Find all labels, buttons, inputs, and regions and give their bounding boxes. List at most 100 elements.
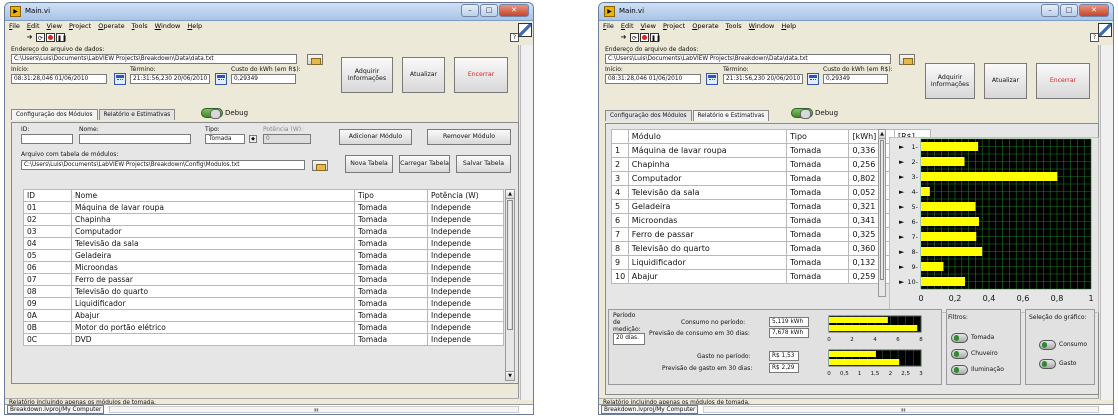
table-cell-id[interactable]: 05 xyxy=(23,249,72,262)
abort-execution-icon[interactable] xyxy=(46,33,55,42)
table-cell-power[interactable]: Independe xyxy=(427,309,504,322)
filter-tomada-toggle[interactable] xyxy=(951,333,968,343)
table-cell-name[interactable]: Abajur xyxy=(71,309,355,322)
close-window-button[interactable]: ✕ xyxy=(499,4,529,17)
table-cell-type[interactable]: Tomada xyxy=(354,309,428,322)
table-cell-id[interactable]: 04 xyxy=(23,237,72,250)
tab-report[interactable]: Relatório e Estimativas xyxy=(692,110,770,121)
abort-execution-icon[interactable] xyxy=(640,33,649,42)
end-timestamp-field[interactable]: 21:31:56,230 20/06/2010 xyxy=(723,74,803,84)
end-timestamp-field[interactable]: 21:31:56,230 20/06/2010 xyxy=(130,74,210,84)
table-cell-name[interactable]: Chapinha xyxy=(71,213,355,226)
end-calendar-icon[interactable] xyxy=(215,73,227,85)
tab-module-config[interactable]: Configuração dos Módulos xyxy=(605,110,692,121)
table-cell-name[interactable]: Microondas xyxy=(71,261,355,274)
menu-tools[interactable]: Tools xyxy=(726,21,742,32)
table-cell-type[interactable]: Tomada xyxy=(354,201,428,214)
table-cell-module[interactable]: Microondas xyxy=(627,213,788,228)
graph-gasto-radio[interactable] xyxy=(1039,359,1056,369)
table-cell-type[interactable]: Tomada xyxy=(786,199,850,214)
table-cell-kwh[interactable]: 0,256 xyxy=(848,157,895,172)
table-cell-module[interactable]: Televisão do quarto xyxy=(627,241,788,256)
kwh-cost-field[interactable]: 0,29349 xyxy=(231,74,296,84)
table-row[interactable]: 0C DVD Tomada Independe xyxy=(23,333,504,346)
start-calendar-icon[interactable] xyxy=(114,73,126,85)
remove-module-button[interactable]: Remover Módulo xyxy=(427,129,511,145)
table-cell-id[interactable]: 02 xyxy=(23,213,72,226)
table-cell-id[interactable]: 03 xyxy=(23,225,72,238)
table-cell-type[interactable]: Tomada xyxy=(354,333,428,346)
menu-file[interactable]: File xyxy=(603,21,614,32)
table-cell-type[interactable]: Tomada xyxy=(786,255,850,270)
table-cell-power[interactable]: Independe xyxy=(427,237,504,250)
debug-toggle[interactable] xyxy=(201,108,223,119)
tab-report[interactable]: Relatório e Estimativas xyxy=(98,109,176,120)
menu-view[interactable]: View xyxy=(47,21,62,32)
table-row[interactable]: 0B Motor do portão elétrico Tomada Independ… xyxy=(23,321,504,334)
start-timestamp-field[interactable]: 08:31:28,046 01/06/2010 xyxy=(11,74,107,84)
minimize-button[interactable]: – xyxy=(461,4,479,17)
minimize-button[interactable]: – xyxy=(1041,4,1059,17)
table-row[interactable]: 01 Máquina de lavar roupa Tomada Independe xyxy=(23,201,504,214)
table-cell-name[interactable]: Geladeira xyxy=(71,249,355,262)
menu-help[interactable]: Help xyxy=(187,21,202,32)
modules-file-path-field[interactable]: C:\Users\Luis\Documents\LabVIEW Projects… xyxy=(21,160,305,170)
table-cell-power[interactable]: Independe xyxy=(427,201,504,214)
data-file-path-field[interactable]: C:\Users\Luis\Documents\LabVIEW Projects… xyxy=(11,54,297,64)
power-input[interactable]: 0 xyxy=(263,134,311,144)
table-cell-kwh[interactable]: 0,336 xyxy=(848,143,895,158)
table-cell-index[interactable]: 3 xyxy=(611,171,629,186)
column-header-module[interactable]: Módulo xyxy=(627,129,788,144)
panel-vertical-scrollbar[interactable] xyxy=(520,45,533,400)
table-cell-id[interactable]: 0A xyxy=(23,309,72,322)
browse-folder-icon[interactable] xyxy=(307,54,323,65)
table-cell-type[interactable]: Tomada xyxy=(786,185,850,200)
menu-project[interactable]: Project xyxy=(663,21,685,32)
table-row[interactable]: 0A Abajur Tomada Independe xyxy=(23,309,504,322)
table-cell-type[interactable]: Tomada xyxy=(786,143,850,158)
table-row[interactable]: 04 Televisão da sala Tomada Independe xyxy=(23,237,504,250)
horizontal-scrollbar[interactable]: ▮▮ xyxy=(109,406,519,413)
update-button[interactable]: Atualizar xyxy=(402,57,445,93)
table-row[interactable]: 02 Chapinha Tomada Independe xyxy=(23,213,504,226)
scroll-up-arrow-icon[interactable]: ▲ xyxy=(879,130,885,139)
column-header-kwh[interactable]: [kWh] xyxy=(848,129,895,144)
pause-icon[interactable]: ❚❚ xyxy=(650,33,661,42)
table-cell-power[interactable]: Independe xyxy=(427,273,504,286)
table-cell-kwh[interactable]: 0,321 xyxy=(848,199,895,214)
table-cell-index[interactable]: 8 xyxy=(611,241,629,256)
save-table-button[interactable]: Salvar Tabela xyxy=(456,155,511,173)
table-cell-index[interactable]: 10 xyxy=(611,269,629,284)
table-cell-id[interactable]: 0C xyxy=(23,333,72,346)
table-cell-power[interactable]: Independe xyxy=(427,321,504,334)
acquire-info-button[interactable]: Adquirir Informações xyxy=(341,57,393,93)
title-bar[interactable]: ▶ Main.vi – □ ✕ xyxy=(5,3,533,21)
table-cell-type[interactable]: Tomada xyxy=(786,227,850,242)
table-cell-name[interactable]: Motor do portão elétrico xyxy=(71,321,355,334)
table-cell-type[interactable]: Tomada xyxy=(354,213,428,226)
tab-module-config[interactable]: Configuração dos Módulos xyxy=(11,109,98,120)
table-cell-module[interactable]: Chapinha xyxy=(627,157,788,172)
end-calendar-icon[interactable] xyxy=(807,73,819,85)
panel-vertical-scrollbar[interactable] xyxy=(1100,45,1113,400)
update-button[interactable]: Atualizar xyxy=(984,63,1027,99)
load-table-button[interactable]: Carregar Tabela xyxy=(399,155,450,173)
scroll-up-arrow-icon[interactable]: ▲ xyxy=(506,190,514,199)
table-cell-id[interactable]: 01 xyxy=(23,201,72,214)
table-cell-module[interactable]: Geladeira xyxy=(627,199,788,214)
table-cell-index[interactable]: 9 xyxy=(611,255,629,270)
run-continuously-icon[interactable]: ⟳ xyxy=(36,33,45,42)
menu-view[interactable]: View xyxy=(641,21,656,32)
table-cell-type[interactable]: Tomada xyxy=(354,237,428,250)
horizontal-scrollbar[interactable]: ▮▮ xyxy=(703,406,1099,413)
table-cell-module[interactable]: Televisão da sala xyxy=(627,185,788,200)
menu-operate[interactable]: Operate xyxy=(692,21,718,32)
table-cell-power[interactable]: Independe xyxy=(427,333,504,346)
table-cell-type[interactable]: Tomada xyxy=(354,261,428,274)
run-arrow-icon[interactable]: ➜ xyxy=(25,33,34,42)
table-cell-kwh[interactable]: 0,325 xyxy=(848,227,895,242)
table-cell-kwh[interactable]: 0,802 xyxy=(848,171,895,186)
table-cell-type[interactable]: Tomada xyxy=(354,273,428,286)
close-program-button[interactable]: Encerrar xyxy=(454,57,508,93)
table-cell-name[interactable]: Televisão da sala xyxy=(71,237,355,250)
